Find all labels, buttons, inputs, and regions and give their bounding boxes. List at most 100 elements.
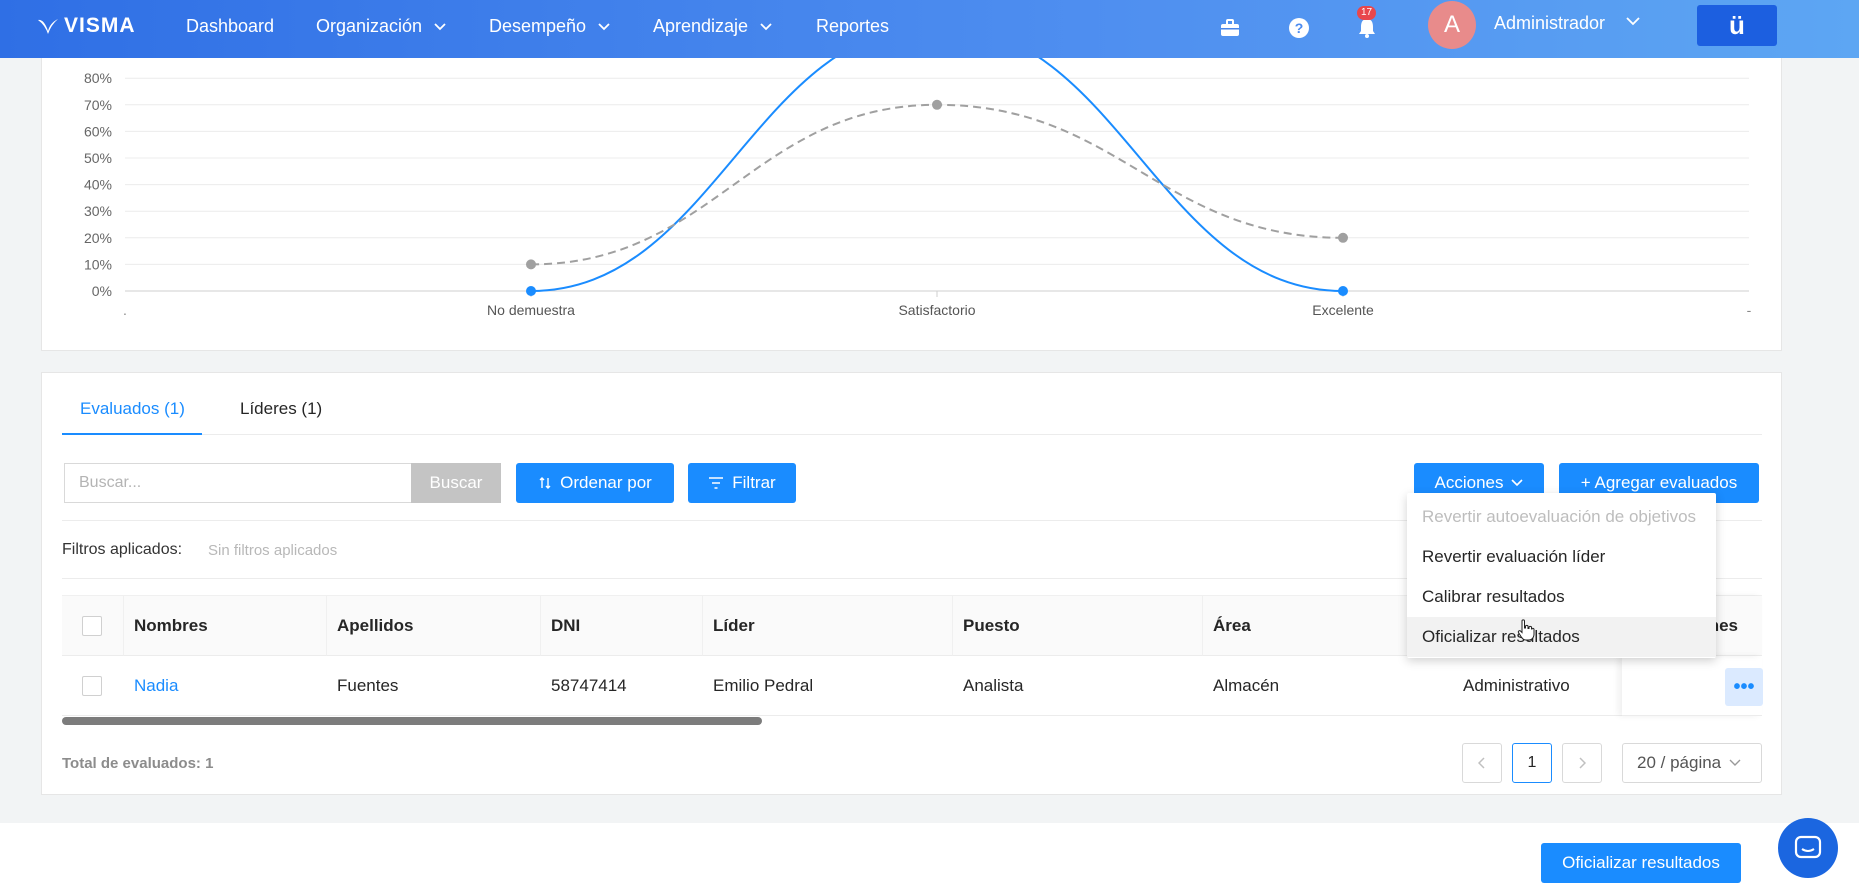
chat-support-button[interactable] [1778, 818, 1838, 878]
cell-extra: Administrativo [1453, 656, 1622, 716]
menu-item-revertir-evaluacion-lider[interactable]: Revertir evaluación líder [1407, 537, 1716, 577]
distribution-chart-card: 0% 10% 20% 30% 40% 50% 60% 70% 80% No demuestra Sa… [41, 40, 1782, 351]
tab-label: Evaluados (1) [80, 399, 185, 418]
series-point-1 [932, 99, 942, 110]
column-header-label: Apellidos [337, 615, 414, 635]
search-button[interactable]: Buscar [411, 463, 501, 503]
column-header-dni[interactable]: DNI [541, 596, 703, 656]
add-evaluados-label: + Agregar evaluados [1580, 473, 1738, 492]
cell-apellidos: Fuentes [327, 656, 541, 716]
logo-text: VISMA [64, 14, 136, 37]
more-dots-icon: ••• [1733, 675, 1755, 698]
chat-icon [1794, 835, 1822, 859]
avatar[interactable]: A [1428, 1, 1476, 49]
cell-nombres[interactable]: Nadia [124, 656, 327, 716]
menu-item-label: Revertir evaluación líder [1422, 547, 1606, 566]
cell-text: Analista [963, 675, 1024, 695]
svg-text:?: ? [1295, 20, 1304, 36]
x-edge-label: . [123, 302, 127, 318]
avatar-initial: A [1443, 11, 1460, 38]
tab-evaluados[interactable]: Evaluados (1) [62, 399, 202, 435]
sort-button-label: Ordenar por [560, 473, 652, 492]
pagination-page-1[interactable]: 1 [1512, 743, 1552, 783]
column-header-lider[interactable]: Líder [703, 596, 953, 656]
y-tick-label: 0% [92, 283, 112, 299]
y-tick-label: 60% [84, 123, 112, 139]
chevron-left-icon [1478, 757, 1485, 769]
top-navigation-bar: VISMA Dashboard Organización Desempeño A… [0, 0, 1859, 58]
x-tick-label: Excelente [1312, 302, 1374, 318]
x-edge-label: - [1747, 302, 1752, 318]
menu-item-oficializar-resultados[interactable]: Oficializar resultados [1407, 617, 1716, 657]
y-tick-label: 20% [84, 230, 112, 246]
search-button-label: Buscar [429, 473, 483, 492]
column-header-label: Puesto [963, 615, 1020, 635]
distribution-line-chart: 0% 10% 20% 30% 40% 50% 60% 70% 80% No demuestra Sa… [84, 42, 1752, 318]
chevron-down-icon [1729, 759, 1741, 766]
visma-logo[interactable]: VISMA [36, 14, 136, 38]
y-tick-label: 30% [84, 203, 112, 219]
tabs: Evaluados (1) Líderes (1) [62, 399, 1762, 435]
chevron-down-icon [1511, 479, 1524, 487]
total-evaluados: Total de evaluados: 1 [62, 755, 214, 772]
select-all-checkbox[interactable] [82, 615, 102, 636]
column-header-label: Área [1213, 615, 1251, 635]
briefcase-icon[interactable] [1216, 14, 1244, 42]
cell-puesto: Analista [953, 656, 1203, 716]
menu-item-calibrar-resultados[interactable]: Calibrar resultados [1407, 577, 1716, 617]
nav-organizacion[interactable]: Organización [316, 16, 446, 37]
cell-text: Almacén [1213, 675, 1280, 695]
nav-reportes[interactable]: Reportes [816, 16, 889, 37]
column-header-label: Líder [713, 615, 755, 635]
chevron-down-icon [598, 22, 610, 30]
acciones-button-label: Acciones [1434, 473, 1504, 492]
cell-text: 58747414 [551, 675, 627, 695]
row-more-options-button[interactable]: ••• [1725, 668, 1763, 706]
menu-item-label: Revertir autoevaluación de objetivos [1422, 507, 1697, 526]
filters-label: Filtros aplicados: [62, 541, 183, 558]
acciones-dropdown-menu: Revertir autoevaluación de objetivos Rev… [1407, 493, 1716, 658]
nav-dashboard[interactable]: Dashboard [186, 16, 274, 37]
y-tick-label: 80% [84, 70, 112, 86]
help-icon[interactable]: ? [1285, 14, 1313, 42]
column-header-nombres[interactable]: Nombres [124, 596, 327, 656]
horizontal-scrollbar[interactable] [62, 717, 762, 725]
column-header-puesto[interactable]: Puesto [953, 596, 1203, 656]
nav-desempeno[interactable]: Desempeño [489, 16, 610, 37]
cell-text: Administrativo [1463, 675, 1570, 695]
user-name[interactable]: Administrador [1494, 13, 1605, 34]
nav-aprendizaje[interactable]: Aprendizaje [653, 16, 772, 37]
series-point-0 [526, 286, 536, 296]
chevron-down-icon [434, 22, 446, 30]
row-checkbox[interactable] [82, 675, 102, 696]
nav-label: Aprendizaje [653, 16, 749, 36]
chevron-down-icon[interactable] [1626, 17, 1640, 26]
column-header-label: DNI [551, 615, 581, 635]
app-switcher-label: ü [1729, 10, 1745, 40]
filter-button-label: Filtrar [732, 473, 776, 492]
y-tick-label: 50% [84, 150, 112, 166]
app-switcher-button[interactable]: ü [1697, 5, 1777, 46]
cell-lider: Emilio Pedral [703, 656, 953, 716]
column-header-apellidos[interactable]: Apellidos [327, 596, 541, 656]
chevron-right-icon [1579, 757, 1586, 769]
page-number: 1 [1527, 754, 1537, 771]
sort-button[interactable]: Ordenar por [516, 463, 674, 503]
cell-text: Fuentes [337, 675, 399, 695]
evaluado-name-link[interactable]: Nadia [134, 676, 178, 696]
filters-value: Sin filtros aplicados [208, 542, 338, 559]
menu-item-label: Calibrar resultados [1422, 587, 1565, 606]
page-size-select[interactable]: 20 / página [1622, 743, 1762, 783]
row-select-cell [62, 656, 124, 716]
column-header-label: Nombres [134, 615, 208, 635]
search-input[interactable] [64, 463, 412, 503]
hand-cursor-icon [1517, 619, 1535, 641]
series-point-1 [1338, 232, 1348, 243]
cell-area: Almacén [1203, 656, 1453, 716]
tab-lideres[interactable]: Líderes (1) [240, 399, 322, 435]
pagination-next-button[interactable] [1562, 743, 1602, 783]
filter-button[interactable]: Filtrar [688, 463, 796, 503]
menu-item-revertir-autoevaluacion: Revertir autoevaluación de objetivos [1407, 497, 1716, 537]
oficializar-resultados-button[interactable]: Oficializar resultados [1541, 843, 1741, 883]
pagination-prev-button[interactable] [1462, 743, 1502, 783]
